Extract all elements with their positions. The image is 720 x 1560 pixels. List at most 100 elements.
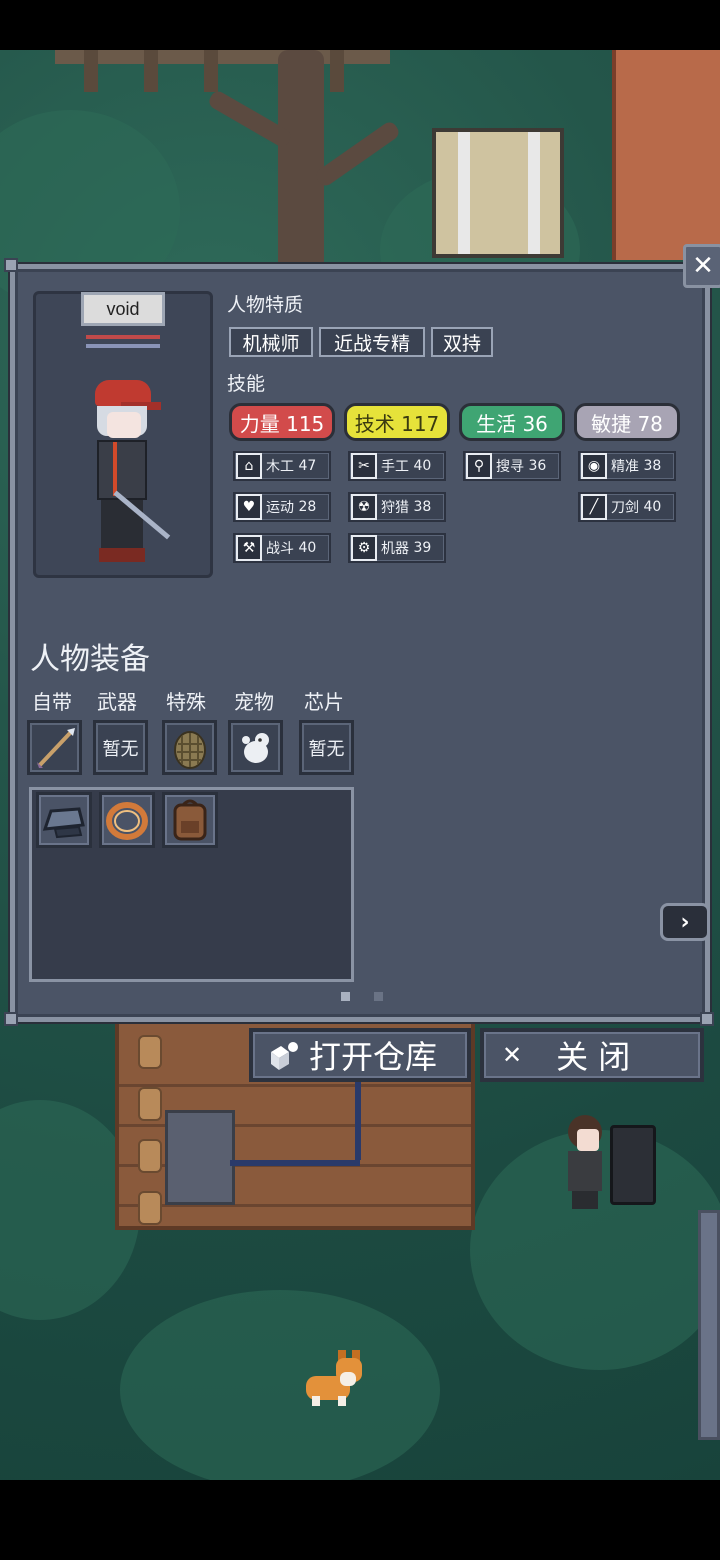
skill-name: 运动 bbox=[266, 500, 294, 516]
crate-icon bbox=[271, 1042, 298, 1070]
skill-name: 机器 bbox=[381, 541, 409, 557]
character-sprite bbox=[85, 380, 175, 570]
open-storage-label: 打开仓库 bbox=[309, 1038, 438, 1076]
pet-icon bbox=[241, 732, 269, 763]
panel-close-button[interactable]: ✕ bbox=[683, 244, 720, 288]
armor-plate-icon bbox=[42, 807, 85, 839]
slot-label: 宠物 bbox=[234, 690, 274, 714]
bush bbox=[120, 1290, 440, 1480]
skill-level: 36 bbox=[528, 458, 547, 474]
close-button[interactable]: ✕ 关 闭 bbox=[480, 1028, 704, 1082]
slot-label: 芯片 bbox=[304, 690, 344, 714]
skill-athletics[interactable]: ♥ 运动 28 bbox=[233, 492, 331, 522]
stat-label: 技术 117 bbox=[354, 411, 440, 436]
heart-icon: ♥ bbox=[236, 494, 262, 520]
chevron-right-icon: › bbox=[680, 909, 690, 935]
building-roof bbox=[612, 50, 720, 260]
skill-level: 28 bbox=[298, 499, 317, 515]
slot-weapon[interactable]: 暂无 bbox=[93, 720, 148, 775]
stone-pillar bbox=[698, 1210, 720, 1440]
page-indicator[interactable] bbox=[374, 992, 383, 1001]
grenade-icon bbox=[173, 730, 206, 769]
stat-agility[interactable]: 敏捷 78 bbox=[574, 403, 680, 441]
fence-post bbox=[204, 50, 218, 92]
storage-crate[interactable] bbox=[432, 128, 564, 258]
crate-strap bbox=[528, 132, 540, 254]
tree-branch bbox=[313, 119, 402, 189]
stat-label: 敏捷 78 bbox=[591, 411, 663, 436]
trait-badge[interactable]: 近战专精 bbox=[319, 327, 425, 357]
scissors-icon: ✂ bbox=[351, 453, 377, 479]
equipment-title: 人物装备 bbox=[30, 642, 150, 677]
skill-level: 39 bbox=[413, 540, 432, 556]
skill-level: 38 bbox=[643, 458, 662, 474]
fence-post bbox=[84, 50, 98, 92]
skill-search[interactable]: ⚲ 搜寻 36 bbox=[463, 451, 561, 481]
skill-name: 狩猎 bbox=[381, 500, 409, 516]
skill-blades[interactable]: ╱ 刀剑 40 bbox=[578, 492, 676, 522]
skill-carpentry[interactable]: ⌂ 木工 47 bbox=[233, 451, 331, 481]
gear-icon: ⚙ bbox=[351, 535, 377, 561]
close-icon: ✕ bbox=[692, 251, 714, 281]
close-icon: ✕ bbox=[502, 1041, 523, 1069]
wrench-icon: ⚒ bbox=[236, 535, 262, 561]
log-stumps bbox=[138, 1035, 164, 1235]
traits-heading: 人物特质 bbox=[227, 294, 304, 316]
skill-name: 木工 bbox=[266, 459, 294, 475]
slot-chip[interactable]: 暂无 bbox=[299, 720, 354, 775]
blade-icon: ╱ bbox=[581, 494, 607, 520]
trait-badge[interactable]: 双持 bbox=[431, 327, 493, 357]
slot-empty-text: 暂无 bbox=[308, 738, 345, 760]
inventory-slot[interactable] bbox=[162, 792, 218, 848]
panel-corner bbox=[4, 258, 18, 272]
backpack-icon bbox=[173, 799, 207, 841]
skill-hunting[interactable]: ☢ 狩猎 38 bbox=[348, 492, 446, 522]
stat-strength[interactable]: 力量 115 bbox=[229, 403, 335, 441]
skill-level: 40 bbox=[413, 458, 432, 474]
slot-label: 特殊 bbox=[166, 690, 206, 714]
skill-combat[interactable]: ⚒ 战斗 40 bbox=[233, 533, 331, 563]
stat-label: 生活 36 bbox=[476, 411, 548, 436]
open-storage-button[interactable]: 打开仓库 bbox=[249, 1028, 471, 1082]
inventory-slot[interactable] bbox=[36, 792, 92, 848]
skill-crafting[interactable]: ✂ 手工 40 bbox=[348, 451, 446, 481]
skill-level: 38 bbox=[413, 499, 432, 515]
slot-label: 武器 bbox=[97, 690, 137, 714]
pipe bbox=[230, 1160, 360, 1166]
page-indicator[interactable] bbox=[341, 992, 350, 1001]
radiation-icon: ☢ bbox=[351, 494, 377, 520]
panel-corner bbox=[700, 1012, 714, 1026]
next-page-button[interactable]: › bbox=[660, 903, 710, 941]
skill-name: 刀剑 bbox=[611, 500, 639, 516]
house-icon: ⌂ bbox=[236, 453, 262, 479]
corgi-pet[interactable] bbox=[302, 1350, 364, 1408]
slot-pet[interactable] bbox=[228, 720, 283, 775]
magnifier-icon: ⚲ bbox=[466, 453, 492, 479]
stat-label: 力量 115 bbox=[239, 411, 325, 436]
trait-badge[interactable]: 机械师 bbox=[229, 327, 313, 357]
skill-level: 47 bbox=[298, 458, 317, 474]
spear-icon bbox=[36, 727, 75, 768]
character-name: void bbox=[81, 292, 165, 326]
skill-name: 搜寻 bbox=[496, 459, 524, 475]
stat-technique[interactable]: 技术 117 bbox=[344, 403, 450, 441]
slot-special[interactable] bbox=[162, 720, 217, 775]
panel-corner bbox=[4, 1012, 18, 1026]
workbench[interactable] bbox=[165, 1110, 235, 1205]
slot-empty-text: 暂无 bbox=[102, 738, 139, 760]
inventory-slot[interactable] bbox=[99, 792, 155, 848]
skill-machinery[interactable]: ⚙ 机器 39 bbox=[348, 533, 446, 563]
skill-level: 40 bbox=[298, 540, 317, 556]
stamina-bar bbox=[86, 344, 160, 348]
close-label: 关 闭 bbox=[556, 1038, 631, 1076]
ring-icon bbox=[106, 802, 148, 840]
skills-heading: 技能 bbox=[227, 373, 266, 395]
fence-post bbox=[144, 50, 158, 92]
npc-character[interactable] bbox=[565, 1115, 605, 1210]
slot-label: 自带 bbox=[32, 690, 72, 714]
stat-life[interactable]: 生活 36 bbox=[459, 403, 565, 441]
slot-builtin[interactable] bbox=[27, 720, 82, 775]
health-bar bbox=[86, 335, 160, 339]
crate-strap bbox=[458, 132, 470, 254]
skill-precision[interactable]: ◉ 精准 38 bbox=[578, 451, 676, 481]
